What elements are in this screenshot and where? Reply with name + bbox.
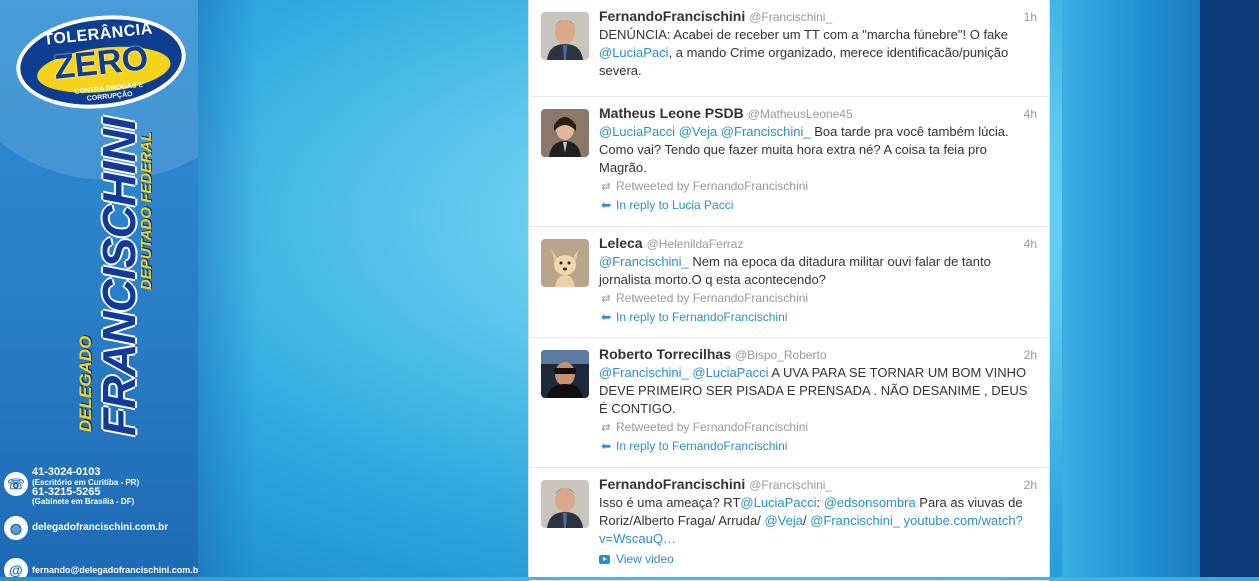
tweet-author-name[interactable]: Roberto Torrecilhas (599, 346, 731, 362)
retweet-icon: ⇄ (601, 181, 611, 193)
globe-icon: ◍ (4, 516, 28, 540)
email-text: fernando@delegadofrancischini.com.br (32, 565, 198, 575)
in-reply-to-text[interactable]: In reply to FernandoFrancischini (616, 439, 787, 453)
avatar[interactable] (541, 109, 589, 157)
mention-link[interactable]: @Veja (764, 513, 803, 528)
tweet-header: Leleca @HelenildaFerraz 4h (599, 235, 1037, 253)
tweet-header: FernandoFrancischini @Francischini_ 2h (599, 476, 1037, 494)
avatar[interactable] (541, 480, 589, 528)
retweet-info: ⇄ Retweeted by FernandoFrancischini (599, 291, 808, 305)
mention-link[interactable]: @LuciaPaci (599, 45, 669, 60)
tweet-text: @Francischini_ @LuciaPacci A UVA PARA SE… (599, 364, 1031, 418)
tweet-author-handle[interactable]: @MatheusLeone45 (748, 107, 853, 121)
tweet-timestamp[interactable]: 1h (1024, 10, 1037, 24)
mention-link[interactable]: @Francischini_ (810, 513, 900, 528)
tweet-author-name[interactable]: Matheus Leone PSDB (599, 105, 744, 121)
tweet-item[interactable]: Matheus Leone PSDB @MatheusLeone45 4h @Lu… (529, 97, 1049, 227)
reply-arrow-icon: ⬅ (600, 439, 612, 453)
tolerancia-zero-logo: TOLERÂNCIA ZERO CONTRA DROGAS E CORRUPÇÃ… (11, 7, 191, 117)
tweet-header: Matheus Leone PSDB @MatheusLeone45 4h (599, 105, 1037, 123)
tweet-author-handle[interactable]: @HelenildaFerraz (647, 237, 744, 251)
in-reply-to-text[interactable]: In reply to FernandoFrancischini (616, 310, 787, 324)
mention-link[interactable]: @LuciaPacci (599, 124, 675, 139)
tweet-item[interactable]: FernandoFrancischini @Francischini_ 2h Is… (529, 468, 1049, 581)
avatar[interactable] (541, 12, 589, 60)
avatar[interactable] (541, 350, 589, 398)
retweet-info: ⇄ Retweeted by FernandoFrancischini (599, 420, 808, 434)
reply-arrow-icon: ⬅ (600, 310, 612, 324)
phone-icon: ☏ (4, 472, 28, 496)
candidate-title: DELEGADO (76, 335, 95, 432)
phone2-note: (Gabinete em Brasília - DF) (32, 497, 135, 506)
mention-link[interactable]: @LuciaPacci (740, 495, 816, 510)
tweet-item[interactable]: Leleca @HelenildaFerraz 4h @Francischini_… (529, 227, 1049, 338)
tweet-text: DENÚNCIA: Acabei de receber um TT com a … (599, 26, 1031, 80)
background-shade (198, 0, 258, 577)
candidate-name: FRANCISCHINI (93, 118, 145, 436)
mention-link[interactable]: @Veja (679, 124, 718, 139)
mention-link[interactable]: @LuciaPacci (692, 365, 768, 380)
tweet-author-handle[interactable]: @Francischini_ (749, 478, 832, 492)
tweet-author-name[interactable]: FernandoFrancischini (599, 476, 745, 492)
tweet-timestamp[interactable]: 2h (1024, 348, 1037, 362)
tweet-text: @LuciaPacci @Veja @Francischini_ Boa tar… (599, 123, 1031, 177)
tweet-header: Roberto Torrecilhas @Bispo_Roberto 2h (599, 346, 1037, 364)
mention-link[interactable]: @edsonsombra (824, 495, 916, 510)
in-reply-to-link[interactable]: ⬅ In reply to FernandoFrancischini (599, 439, 787, 453)
text-segment: : (816, 495, 824, 510)
right-dark-panel (1200, 0, 1259, 577)
tweet-author-handle[interactable]: @Bispo_Roberto (735, 348, 827, 362)
in-reply-to-link[interactable]: ⬅ In reply to Lucia Pacci (599, 198, 733, 212)
mention-link[interactable]: @Francischini_ (599, 254, 689, 269)
text-segment: DENÚNCIA: Acabei de receber um TT com a … (599, 27, 1009, 42)
text-segment: Isso é uma ameaça? RT (599, 495, 741, 510)
video-icon (599, 555, 610, 564)
retweet-info: ⇄ Retweeted by FernandoFrancischini (599, 179, 808, 193)
in-reply-to-text[interactable]: In reply to Lucia Pacci (616, 198, 733, 212)
tweet-text: @Francischini_ Nem na epoca da ditadura … (599, 253, 1031, 289)
tweet-timeline[interactable]: FernandoFrancischini @Francischini_ 1h DE… (528, 0, 1050, 581)
view-video-link[interactable]: View video (599, 552, 674, 566)
retweet-icon: ⇄ (601, 422, 611, 434)
retweeted-by-text: Retweeted by FernandoFrancischini (616, 291, 809, 305)
retweet-icon: ⇄ (601, 293, 611, 305)
tweet-author-name[interactable]: FernandoFrancischini (599, 8, 745, 24)
campaign-sidebar: TOLERÂNCIA ZERO CONTRA DROGAS E CORRUPÇÃ… (0, 0, 198, 577)
email-icon: @ (4, 558, 28, 577)
avatar[interactable] (541, 239, 589, 287)
tweet-item[interactable]: Roberto Torrecilhas @Bispo_Roberto 2h @Fr… (529, 338, 1049, 468)
mention-link[interactable]: @Francischini_ (721, 124, 811, 139)
tweet-item[interactable]: FernandoFrancischini @Francischini_ 1h DE… (529, 0, 1049, 97)
tweet-timestamp[interactable]: 4h (1024, 237, 1037, 251)
right-background-strip (1062, 0, 1200, 577)
tweet-author-handle[interactable]: @Francischini_ (749, 10, 832, 24)
tweet-text: Isso é uma ameaça? RT@LuciaPacci: @edson… (599, 494, 1031, 548)
mention-link[interactable]: @Francischini_ (599, 365, 689, 380)
tweet-timestamp[interactable]: 2h (1024, 478, 1037, 492)
tweet-timestamp[interactable]: 4h (1024, 107, 1037, 121)
reply-arrow-icon: ⬅ (600, 198, 612, 212)
tweet-author-name[interactable]: Leleca (599, 235, 643, 251)
retweeted-by-text: Retweeted by FernandoFrancischini (616, 179, 809, 193)
in-reply-to-link[interactable]: ⬅ In reply to FernandoFrancischini (599, 310, 787, 324)
retweeted-by-text: Retweeted by FernandoFrancischini (616, 420, 809, 434)
tweet-header: FernandoFrancischini @Francischini_ 1h (599, 8, 1037, 26)
view-video-text[interactable]: View video (616, 552, 674, 566)
website-text: delegadofrancischini.com.br (32, 522, 169, 533)
phone1: 41-3024-0103 (32, 466, 101, 478)
